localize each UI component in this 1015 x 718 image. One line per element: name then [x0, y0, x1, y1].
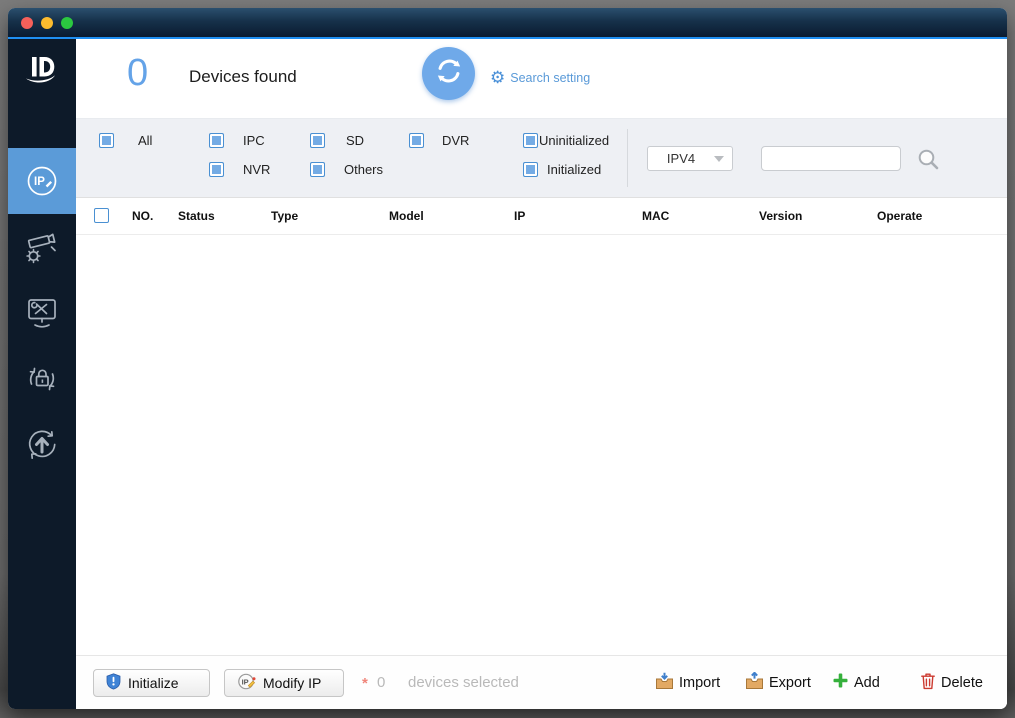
device-count: 0	[127, 52, 149, 94]
selected-count: 0	[377, 674, 386, 691]
checkbox-all-label: All	[138, 133, 153, 148]
checkbox-nvr-label: NVR	[243, 162, 271, 177]
search-button[interactable]	[916, 147, 942, 176]
password-reset-icon	[22, 359, 62, 399]
filter-divider	[627, 129, 628, 187]
search-setting-button[interactable]: ⚙ Search setting	[490, 69, 590, 86]
modify-ip-icon: IP	[22, 161, 62, 201]
top-bar: 0 Devices found ⚙ Search setting	[76, 39, 1007, 118]
trash-icon	[920, 672, 936, 694]
svg-text:IP: IP	[242, 677, 249, 686]
checkbox-uninitialized-label: Uninitialized	[539, 133, 610, 148]
magnifier-icon	[916, 149, 942, 176]
column-model: Model	[389, 209, 424, 223]
select-all-checkbox[interactable]	[94, 208, 109, 223]
column-type: Type	[271, 209, 299, 223]
shield-icon	[106, 673, 121, 693]
initialize-label: Initialize	[128, 675, 179, 691]
checkbox-nvr[interactable]	[209, 162, 224, 177]
selected-count-label: devices selected	[408, 674, 519, 691]
checkbox-initialized-label: Initialized	[547, 162, 602, 177]
refresh-button[interactable]	[422, 47, 475, 100]
column-no: NO.	[132, 209, 154, 223]
export-label: Export	[769, 675, 811, 691]
refresh-icon	[432, 54, 466, 93]
footer-bar: Initialize IP Modify IP * 0 devices sele…	[76, 655, 1007, 709]
sidebar-item-system-settings[interactable]	[8, 280, 76, 346]
column-ip: IP	[514, 209, 526, 223]
add-label: Add	[854, 674, 880, 691]
modify-ip-button[interactable]: IP Modify IP	[224, 669, 344, 697]
sidebar-item-device-config[interactable]	[8, 214, 76, 280]
sidebar-nav: IP	[8, 148, 76, 478]
column-status: Status	[178, 209, 215, 223]
checkbox-dvr[interactable]	[409, 133, 424, 148]
ip-version-value: IPV4	[666, 151, 696, 166]
system-settings-icon	[22, 294, 62, 332]
column-version: Version	[759, 209, 803, 223]
initialize-button[interactable]: Initialize	[93, 669, 210, 697]
plus-icon	[832, 672, 849, 693]
checkbox-sd-label: SD	[346, 133, 365, 148]
sidebar-item-password-reset[interactable]	[8, 346, 76, 412]
sidebar: IP	[8, 39, 76, 709]
checkbox-ipc[interactable]	[209, 133, 224, 148]
required-marker: *	[362, 675, 368, 692]
device-count-label: Devices found	[189, 67, 297, 86]
filter-bar: All IPC NVR SD Others DVR Uninitialized …	[76, 118, 1007, 198]
app-window: IP 0 Devices found ⚙ Search setting All …	[8, 8, 1007, 709]
import-icon	[655, 672, 674, 694]
brand-logo-icon	[19, 50, 65, 95]
device-upgrade-icon	[22, 425, 62, 465]
export-button[interactable]: Export	[745, 671, 811, 694]
ip-version-select[interactable]: IPV4	[647, 146, 733, 171]
delete-label: Delete	[941, 675, 983, 691]
svg-text:IP: IP	[34, 176, 45, 188]
sidebar-item-modify-ip[interactable]: IP	[8, 148, 76, 214]
column-operate: Operate	[877, 209, 923, 223]
gear-icon: ⚙	[490, 68, 506, 87]
checkbox-others[interactable]	[310, 162, 325, 177]
checkbox-others-label: Others	[344, 162, 384, 177]
chevron-down-icon	[714, 155, 724, 162]
ip-edit-icon: IP	[237, 672, 256, 694]
modify-ip-label: Modify IP	[263, 675, 322, 691]
table-header: NO. Status Type Model IP MAC Version Ope…	[76, 198, 1007, 235]
sidebar-item-device-upgrade[interactable]	[8, 412, 76, 478]
add-button[interactable]: Add	[832, 672, 880, 693]
minimize-button[interactable]	[41, 16, 53, 29]
device-config-icon	[21, 227, 63, 267]
title-bar	[8, 8, 1007, 37]
checkbox-all[interactable]	[99, 133, 114, 148]
column-mac: MAC	[642, 209, 670, 223]
delete-button[interactable]: Delete	[920, 672, 983, 694]
search-input[interactable]	[761, 146, 901, 171]
import-button[interactable]: Import	[655, 672, 720, 694]
export-icon	[745, 671, 764, 694]
checkbox-initialized[interactable]	[523, 162, 538, 177]
checkbox-dvr-label: DVR	[442, 133, 470, 148]
import-label: Import	[679, 675, 721, 691]
search-setting-label: Search setting	[510, 70, 591, 85]
close-button[interactable]	[21, 16, 33, 29]
checkbox-uninitialized[interactable]	[523, 133, 538, 148]
checkbox-ipc-label: IPC	[243, 133, 265, 148]
device-table-body	[76, 235, 1007, 655]
maximize-button[interactable]	[61, 16, 73, 29]
checkbox-sd[interactable]	[310, 133, 325, 148]
main-content: 0 Devices found ⚙ Search setting All IPC…	[76, 39, 1007, 709]
